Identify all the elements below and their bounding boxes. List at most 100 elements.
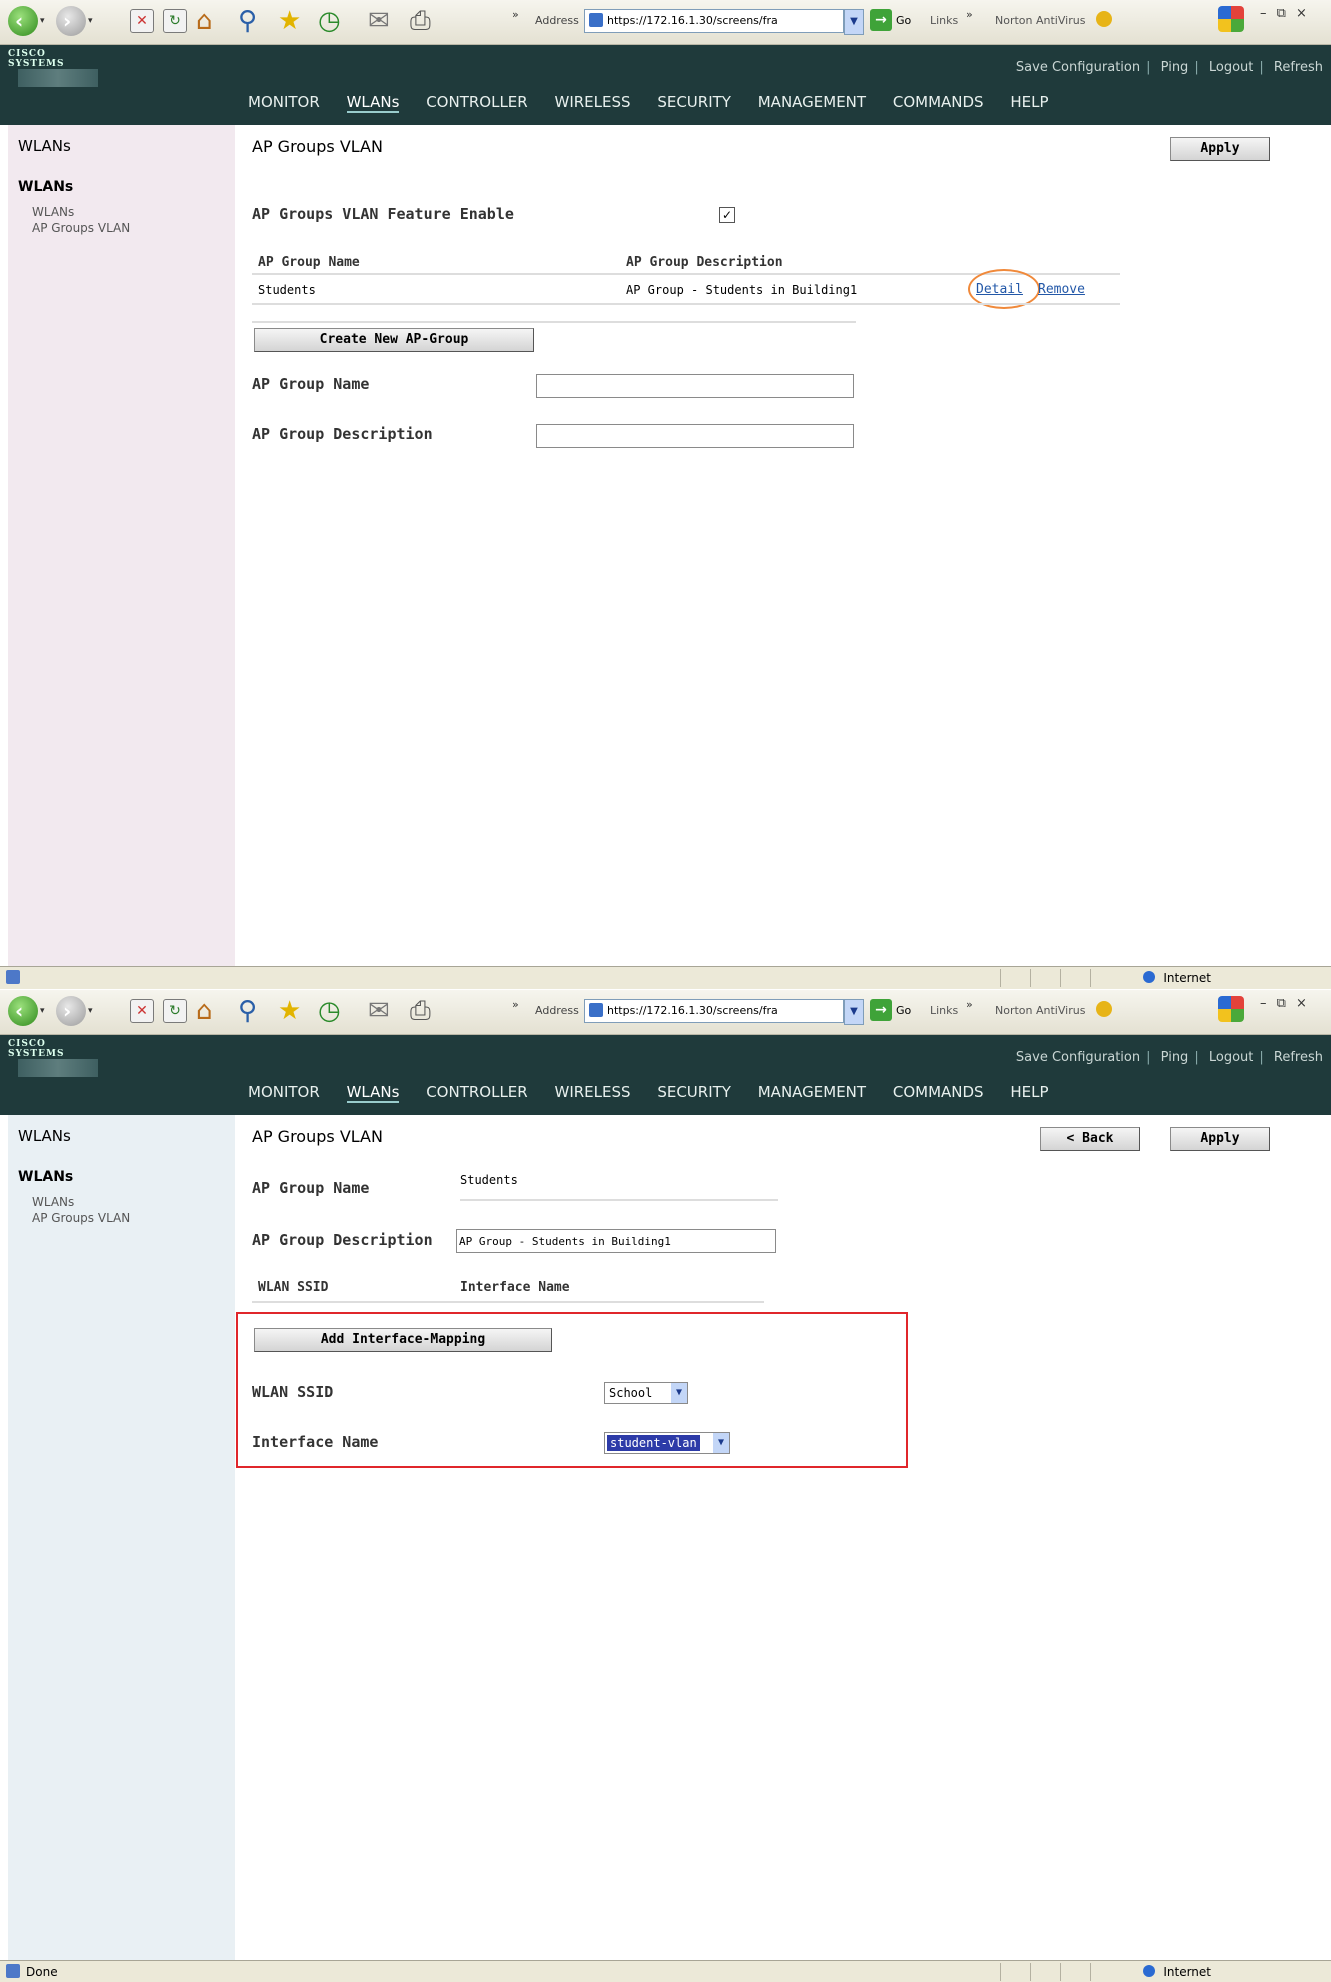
refresh-link[interactable]: Refresh: [1274, 1050, 1323, 1065]
back-dropdown-icon[interactable]: ▾: [40, 16, 45, 26]
status-divider: [1030, 1963, 1031, 1981]
logout-link[interactable]: Logout: [1209, 1050, 1254, 1065]
go-button[interactable]: Go: [896, 1004, 911, 1017]
status-divider: [1030, 969, 1031, 987]
create-new-ap-group-button[interactable]: Create New AP-Group: [254, 328, 534, 352]
norton-label[interactable]: Norton AntiVirus: [995, 1004, 1085, 1017]
nav-wlans[interactable]: WLANs: [346, 93, 400, 113]
remove-link[interactable]: Remove: [1038, 282, 1085, 297]
search-icon[interactable]: ⚲: [238, 6, 257, 36]
back-arrow-icon[interactable]: ‹: [8, 6, 38, 36]
forward-arrow-icon[interactable]: ›: [56, 996, 86, 1026]
forward-dropdown-icon[interactable]: ▾: [88, 1006, 93, 1016]
col-header-ap-group-description: AP Group Description: [626, 255, 783, 270]
nav-management[interactable]: MANAGEMENT: [758, 1083, 866, 1101]
col-header-wlan-ssid: WLAN SSID: [258, 1280, 329, 1295]
ping-link[interactable]: Ping: [1161, 1050, 1189, 1065]
nav-monitor[interactable]: MONITOR: [248, 93, 320, 111]
refresh-icon[interactable]: ↻: [163, 999, 187, 1023]
search-icon[interactable]: ⚲: [238, 996, 257, 1026]
add-interface-mapping-button[interactable]: Add Interface-Mapping: [254, 1328, 552, 1352]
go-button[interactable]: Go: [896, 14, 911, 27]
norton-icon[interactable]: [1096, 11, 1112, 27]
save-configuration-link[interactable]: Save Configuration: [1016, 1050, 1140, 1065]
nav-management[interactable]: MANAGEMENT: [758, 93, 866, 111]
ap-group-name-input[interactable]: [536, 374, 854, 398]
sidebar-group-wlans[interactable]: WLANs: [18, 1169, 73, 1185]
forward-arrow-icon[interactable]: ›: [56, 6, 86, 36]
apply-button[interactable]: Apply: [1170, 1127, 1270, 1151]
history-icon[interactable]: ◷: [318, 6, 341, 36]
interface-name-label: Interface Name: [252, 1433, 379, 1451]
sidebar-item-ap-groups-vlan[interactable]: AP Groups VLAN: [32, 1211, 130, 1225]
internet-zone-label: Internet: [1163, 1965, 1211, 1979]
mail-icon[interactable]: ✉: [368, 6, 390, 36]
back-arrow-icon[interactable]: ‹: [8, 996, 38, 1026]
ap-group-description-input[interactable]: [536, 424, 854, 448]
go-arrow-icon[interactable]: →: [870, 9, 892, 31]
stop-icon[interactable]: ✕: [130, 9, 154, 33]
history-icon[interactable]: ◷: [318, 996, 341, 1026]
wlan-ssid-select[interactable]: School ▼: [604, 1382, 688, 1404]
sidebar-group-wlans[interactable]: WLANs: [18, 179, 73, 195]
address-bar[interactable]: https://172.16.1.30/screens/fra: [584, 999, 844, 1023]
stop-icon[interactable]: ✕: [130, 999, 154, 1023]
nav-wireless[interactable]: WIRELESS: [555, 93, 631, 111]
nav-security[interactable]: SECURITY: [657, 93, 731, 111]
go-arrow-icon[interactable]: →: [870, 999, 892, 1021]
home-icon[interactable]: ⌂: [196, 996, 213, 1026]
save-configuration-link[interactable]: Save Configuration: [1016, 60, 1140, 75]
internet-zone-label: Internet: [1163, 971, 1211, 985]
col-header-ap-group-name: AP Group Name: [258, 255, 360, 270]
window-controls[interactable]: – ⧉ ×: [1260, 6, 1310, 21]
sidebar-item-wlans[interactable]: WLANs: [32, 1195, 74, 1209]
interface-name-select[interactable]: student-vlan ▼: [604, 1432, 730, 1454]
links-label[interactable]: Links: [930, 1004, 958, 1017]
ap-group-description-input[interactable]: [456, 1229, 776, 1253]
name-underline: [460, 1199, 778, 1201]
logout-link[interactable]: Logout: [1209, 60, 1254, 75]
norton-icon[interactable]: [1096, 1001, 1112, 1017]
nav-controller[interactable]: CONTROLLER: [426, 93, 528, 111]
nav-security[interactable]: SECURITY: [657, 1083, 731, 1101]
address-bar[interactable]: https://172.16.1.30/screens/fra: [584, 9, 844, 33]
window-controls[interactable]: – ⧉ ×: [1260, 996, 1310, 1011]
screenshot-1: ‹ ▾ › ▾ ✕ ↻ ⌂ ⚲ ★ ◷ ✉ ⎙ » Address https:…: [0, 0, 1331, 990]
chevron-down-icon[interactable]: ▼: [671, 1383, 687, 1403]
back-button[interactable]: < Back: [1040, 1127, 1140, 1151]
mail-icon[interactable]: ✉: [368, 996, 390, 1026]
feature-enable-checkbox[interactable]: ✓: [719, 207, 735, 223]
nav-wlans[interactable]: WLANs: [346, 1083, 400, 1103]
norton-label[interactable]: Norton AntiVirus: [995, 14, 1085, 27]
ping-link[interactable]: Ping: [1161, 60, 1189, 75]
nav-commands[interactable]: COMMANDS: [893, 93, 984, 111]
links-overflow-icon[interactable]: »: [966, 8, 973, 21]
refresh-link[interactable]: Refresh: [1274, 60, 1323, 75]
address-dropdown-icon[interactable]: ▼: [844, 999, 864, 1025]
nav-controller[interactable]: CONTROLLER: [426, 1083, 528, 1101]
favorites-star-icon[interactable]: ★: [278, 996, 301, 1026]
nav-help[interactable]: HELP: [1010, 93, 1048, 111]
nav-wireless[interactable]: WIRELESS: [555, 1083, 631, 1101]
links-overflow-icon[interactable]: »: [966, 998, 973, 1011]
address-dropdown-icon[interactable]: ▼: [844, 9, 864, 35]
address-url: https://172.16.1.30/screens/fra: [607, 1004, 778, 1017]
refresh-icon[interactable]: ↻: [163, 9, 187, 33]
forward-dropdown-icon[interactable]: ▾: [88, 16, 93, 26]
toolbar-overflow-icon[interactable]: »: [512, 8, 519, 21]
sidebar-item-ap-groups-vlan[interactable]: AP Groups VLAN: [32, 221, 130, 235]
links-label[interactable]: Links: [930, 14, 958, 27]
print-icon[interactable]: ⎙: [410, 6, 431, 36]
chevron-down-icon[interactable]: ▼: [713, 1433, 729, 1453]
home-icon[interactable]: ⌂: [196, 6, 213, 36]
back-dropdown-icon[interactable]: ▾: [40, 1006, 45, 1016]
nav-monitor[interactable]: MONITOR: [248, 1083, 320, 1101]
apply-button[interactable]: Apply: [1170, 137, 1270, 161]
nav-commands[interactable]: COMMANDS: [893, 1083, 984, 1101]
toolbar-overflow-icon[interactable]: »: [512, 998, 519, 1011]
print-icon[interactable]: ⎙: [410, 996, 431, 1026]
sidebar-item-wlans[interactable]: WLANs: [32, 205, 74, 219]
main-nav: MONITOR WLANs CONTROLLER WIRELESS SECURI…: [248, 93, 1071, 113]
favorites-star-icon[interactable]: ★: [278, 6, 301, 36]
nav-help[interactable]: HELP: [1010, 1083, 1048, 1101]
